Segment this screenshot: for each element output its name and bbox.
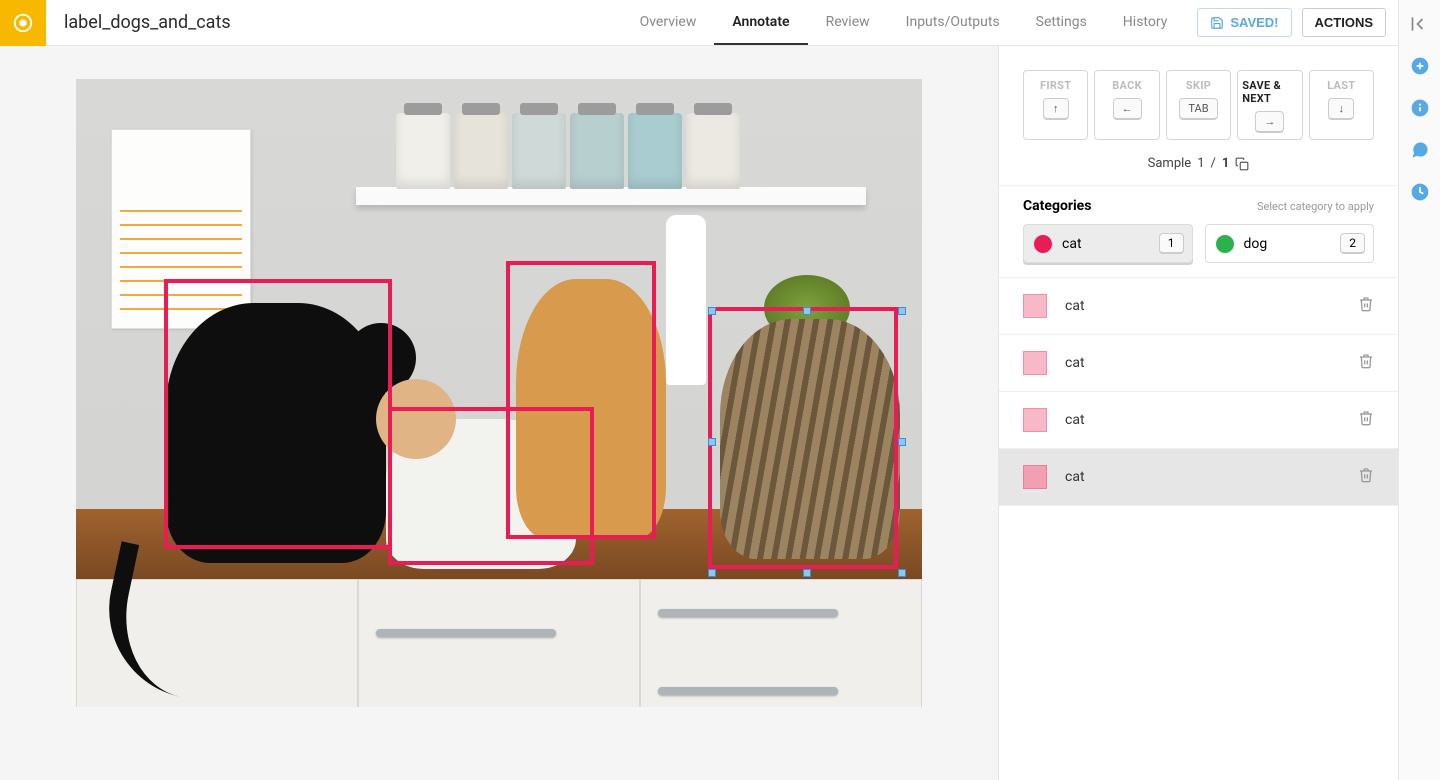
info-circle-icon[interactable]: [1410, 98, 1430, 118]
back-button[interactable]: BACK ←: [1094, 70, 1159, 140]
skip-button[interactable]: SKIP TAB: [1166, 70, 1231, 140]
bbox-0[interactable]: [164, 279, 392, 549]
trash-icon: [1358, 296, 1374, 312]
first-label: FIRST: [1040, 79, 1071, 92]
categories-section: Categories Select category to apply cat …: [999, 185, 1398, 277]
save-icon: [1210, 16, 1224, 30]
top-actions: SAVED! ACTIONS: [1185, 0, 1398, 45]
resize-handle[interactable]: [803, 569, 811, 577]
annotation-swatch: [1023, 465, 1047, 489]
project-title: label_dogs_and_cats: [46, 0, 231, 45]
saved-label: SAVED!: [1230, 15, 1278, 30]
bbox-3[interactable]: [708, 307, 898, 569]
nav-review[interactable]: Review: [808, 0, 888, 45]
annotation-label: cat: [1065, 469, 1085, 485]
collapse-icon[interactable]: [1410, 14, 1430, 34]
categories-grid: cat 1 dog 2: [1023, 224, 1374, 263]
sample-total: 1: [1222, 156, 1229, 171]
arrow-right-icon: →: [1255, 111, 1284, 133]
category-hotkey: 1: [1159, 233, 1184, 254]
trash-icon: [1358, 353, 1374, 369]
category-name: cat: [1062, 236, 1082, 252]
delete-annotation-button[interactable]: [1358, 353, 1374, 373]
trash-icon: [1358, 467, 1374, 483]
sample-index: 1: [1197, 156, 1204, 171]
arrow-down-icon: ↓: [1328, 98, 1354, 120]
last-button[interactable]: LAST ↓: [1309, 70, 1374, 140]
actions-label: ACTIONS: [1315, 15, 1374, 30]
resize-handle[interactable]: [708, 438, 716, 446]
annotation-swatch: [1023, 408, 1047, 432]
resize-handle[interactable]: [898, 307, 906, 315]
main-nav: Overview Annotate Review Inputs/Outputs …: [622, 0, 1186, 45]
annotation-label: cat: [1065, 298, 1085, 314]
chat-circle-icon[interactable]: [1410, 140, 1430, 160]
sample-info: Sample 1 / 1: [999, 150, 1398, 185]
resize-handle[interactable]: [708, 569, 716, 577]
resize-handle[interactable]: [898, 438, 906, 446]
content: FIRST ↑ BACK ← SKIP TAB SAVE & NEXT → LA…: [0, 46, 1398, 780]
arrow-left-icon: ←: [1113, 98, 1142, 120]
nav-history[interactable]: History: [1105, 0, 1186, 45]
category-swatch: [1034, 235, 1052, 253]
back-label: BACK: [1112, 79, 1142, 92]
sample-sep: /: [1211, 156, 1216, 171]
annotation-row[interactable]: cat: [999, 335, 1398, 392]
delete-annotation-button[interactable]: [1358, 410, 1374, 430]
app-logo[interactable]: [0, 0, 46, 46]
nav-settings[interactable]: Settings: [1018, 0, 1105, 45]
arrow-up-icon: ↑: [1043, 98, 1069, 120]
plus-circle-icon[interactable]: [1410, 56, 1430, 76]
saved-button[interactable]: SAVED!: [1197, 8, 1291, 37]
category-cat[interactable]: cat 1: [1023, 224, 1193, 263]
nav-annotate[interactable]: Annotate: [714, 0, 807, 45]
annotation-canvas[interactable]: [76, 79, 922, 707]
resize-handle[interactable]: [898, 569, 906, 577]
annotation-swatch: [1023, 351, 1047, 375]
top-bar: label_dogs_and_cats Overview Annotate Re…: [0, 0, 1398, 46]
delete-annotation-button[interactable]: [1358, 467, 1374, 487]
right-rail: [1398, 0, 1440, 780]
resize-handle[interactable]: [803, 307, 811, 315]
annotation-row[interactable]: cat: [999, 449, 1398, 506]
bbox-2[interactable]: [506, 261, 656, 539]
trash-icon: [1358, 410, 1374, 426]
clock-circle-icon[interactable]: [1410, 182, 1430, 202]
category-hotkey: 2: [1340, 233, 1365, 254]
resize-handle[interactable]: [708, 307, 716, 315]
annotation-row[interactable]: cat: [999, 278, 1398, 335]
category-swatch: [1216, 235, 1234, 253]
canvas-area: [0, 46, 998, 780]
actions-button[interactable]: ACTIONS: [1302, 8, 1387, 37]
skip-key: TAB: [1179, 98, 1217, 120]
annotations-list: cat cat cat cat: [999, 277, 1398, 506]
category-dog[interactable]: dog 2: [1205, 224, 1375, 263]
first-button[interactable]: FIRST ↑: [1023, 70, 1088, 140]
sample-prefix: Sample: [1148, 156, 1192, 171]
annotation-label: cat: [1065, 355, 1085, 371]
delete-annotation-button[interactable]: [1358, 296, 1374, 316]
copy-icon[interactable]: [1235, 157, 1249, 171]
nav-overview[interactable]: Overview: [622, 0, 715, 45]
save-next-label: SAVE & NEXT: [1242, 79, 1297, 105]
nav-controls: FIRST ↑ BACK ← SKIP TAB SAVE & NEXT → LA…: [999, 46, 1398, 150]
annotation-row[interactable]: cat: [999, 392, 1398, 449]
save-next-button[interactable]: SAVE & NEXT →: [1237, 70, 1302, 140]
category-name: dog: [1244, 236, 1268, 252]
nav-inputs-outputs[interactable]: Inputs/Outputs: [888, 0, 1018, 45]
annotation-swatch: [1023, 294, 1047, 318]
categories-hint: Select category to apply: [1257, 200, 1374, 213]
categories-title: Categories: [1023, 198, 1091, 214]
annotation-label: cat: [1065, 412, 1085, 428]
last-label: LAST: [1327, 79, 1355, 92]
skip-label: SKIP: [1186, 79, 1211, 92]
side-panel: FIRST ↑ BACK ← SKIP TAB SAVE & NEXT → LA…: [998, 46, 1398, 780]
